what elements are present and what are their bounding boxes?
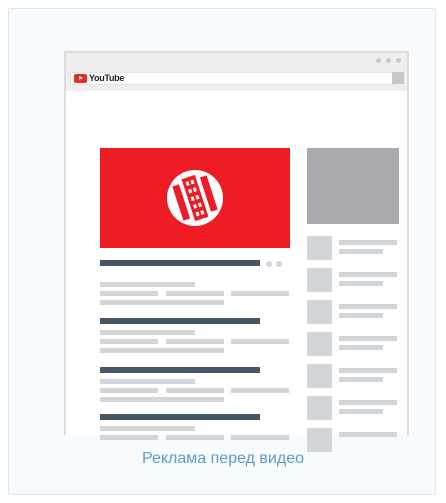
browser-addressbar: YouTube: [66, 69, 407, 91]
window-controls: [376, 58, 401, 63]
film-reel-icon: [167, 170, 223, 226]
text-line: [100, 435, 158, 440]
browser-mockup: YouTube: [64, 51, 409, 452]
youtube-logo: YouTube: [74, 74, 124, 83]
window-dot: [396, 58, 401, 63]
text-line: [100, 348, 224, 353]
list-title-bar: [100, 414, 260, 420]
ad-format-title[interactable]: Реклама перед видео: [0, 450, 446, 468]
text-line: [100, 379, 195, 384]
sidebar-thumbnail: [307, 428, 332, 452]
dot: [266, 261, 272, 267]
list-title-bar: [100, 367, 260, 373]
dot: [276, 261, 282, 267]
sidebar-thumbnail: [307, 268, 332, 292]
text-line: [339, 368, 397, 373]
text-line: [339, 272, 397, 277]
list-title-bar: [100, 318, 260, 324]
window-dot: [386, 58, 391, 63]
text-line: [231, 388, 289, 393]
browser-titlebar: [66, 53, 407, 69]
address-button: [392, 72, 404, 84]
text-line: [339, 409, 383, 414]
text-line: [339, 304, 397, 309]
sidebar-thumbnail: [307, 396, 332, 420]
text-line: [166, 339, 224, 344]
text-line: [100, 282, 195, 287]
text-line: [339, 336, 397, 341]
sidebar-thumbnail: [307, 364, 332, 388]
video-ad-preview: [100, 148, 290, 248]
sidebar-banner: [307, 148, 399, 224]
sidebar-thumbnail: [307, 236, 332, 260]
youtube-logo-text: YouTube: [89, 73, 125, 83]
text-line: [231, 339, 289, 344]
sidebar-thumbnail: [307, 300, 332, 324]
text-line: [231, 435, 289, 440]
text-line: [339, 400, 397, 405]
video-title-bar: [100, 260, 260, 266]
text-line: [166, 435, 224, 440]
text-line: [166, 291, 224, 296]
sidebar-thumbnail: [307, 332, 332, 356]
text-line: [166, 388, 224, 393]
ad-format-card[interactable]: YouTube: [8, 8, 436, 495]
text-line: [339, 377, 383, 382]
text-line: [339, 313, 383, 318]
text-line: [339, 281, 383, 286]
text-line: [100, 339, 158, 344]
text-line: [100, 330, 195, 335]
text-line: [100, 291, 158, 296]
text-line: [100, 388, 158, 393]
text-line: [339, 240, 397, 245]
window-dot: [376, 58, 381, 63]
text-line: [339, 432, 397, 437]
text-line: [100, 426, 195, 431]
page-content: [66, 91, 407, 452]
text-line: [339, 345, 383, 350]
youtube-play-icon: [74, 74, 87, 83]
text-line: [339, 249, 383, 254]
text-line: [100, 397, 224, 402]
text-line: [100, 300, 224, 305]
address-field: YouTube: [70, 72, 395, 85]
text-line: [231, 291, 289, 296]
